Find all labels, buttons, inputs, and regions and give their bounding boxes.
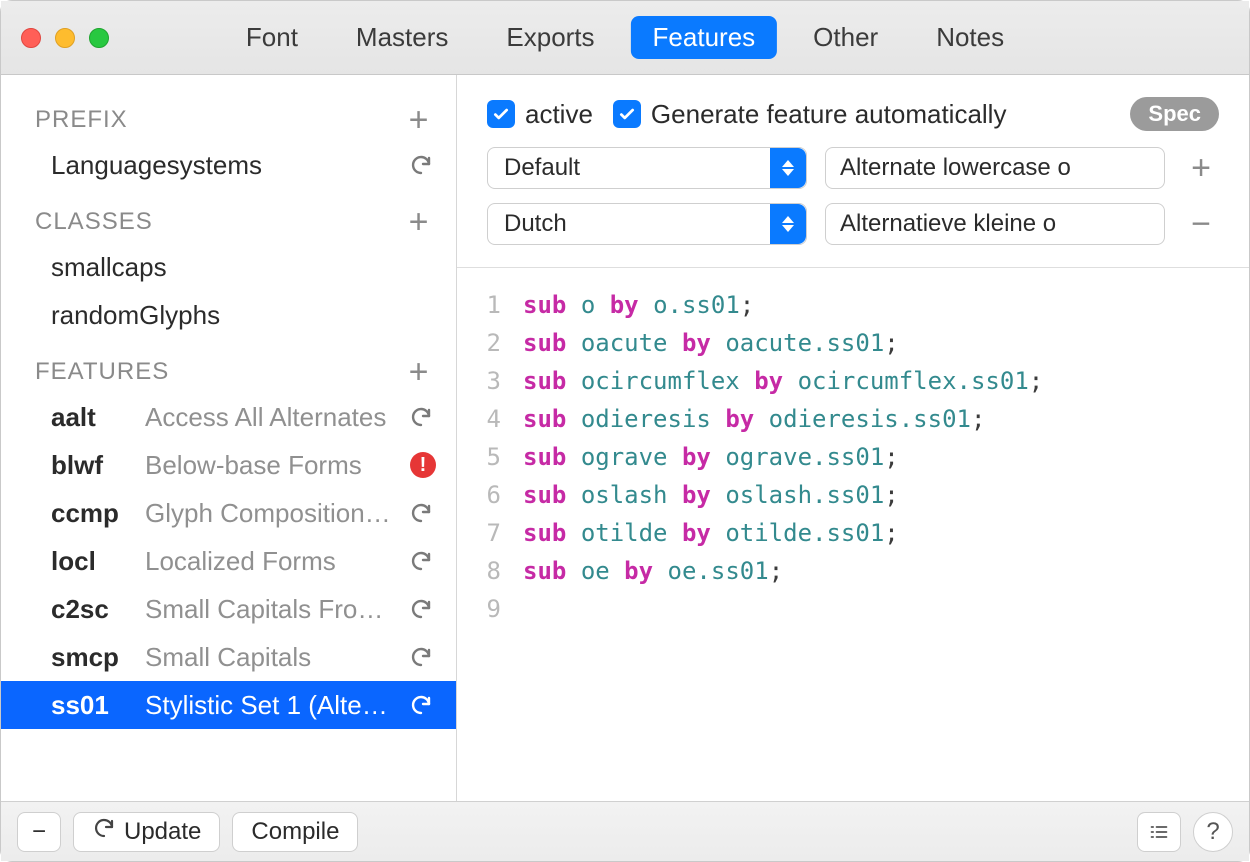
feature-name-value: Alternatieve kleine o	[840, 210, 1056, 238]
lang-row-0: Default Alternate lowercase o +	[487, 147, 1219, 189]
code-editor[interactable]: 123456789 sub o by o.ss01;sub oacute by …	[457, 268, 1249, 801]
titlebar: Font Masters Exports Features Other Notes	[1, 1, 1249, 75]
features-section-label: FEATURES	[35, 358, 169, 386]
line-gutter: 123456789	[457, 286, 515, 801]
top-tabs: Font Masters Exports Features Other Notes	[224, 16, 1026, 59]
main-split: PREFIX + Languagesystems CLASSES + small…	[1, 75, 1249, 801]
feature-item-smcp[interactable]: smcp Small Capitals	[1, 633, 456, 681]
zoom-window-button[interactable]	[89, 28, 109, 48]
refresh-icon[interactable]	[406, 498, 436, 528]
feature-desc: Localized Forms	[145, 546, 394, 577]
minus-icon: −	[32, 818, 46, 846]
spec-button[interactable]: Spec	[1130, 97, 1219, 131]
add-feature-button[interactable]: +	[404, 357, 434, 387]
language-select-value: Dutch	[504, 210, 567, 238]
compile-label: Compile	[251, 818, 339, 846]
feature-tag: aalt	[51, 402, 133, 433]
compile-button[interactable]: Compile	[232, 812, 358, 852]
classes-section-label: CLASSES	[35, 208, 153, 236]
content-pane: active Generate feature automatically Sp…	[457, 75, 1249, 801]
feature-item-ccmp[interactable]: ccmp Glyph Composition /…	[1, 489, 456, 537]
close-window-button[interactable]	[21, 28, 41, 48]
feature-item-ss01[interactable]: ss01 Stylistic Set 1 (Alter…	[1, 681, 456, 729]
remove-lang-row-button[interactable]: −	[1183, 206, 1219, 242]
update-label: Update	[124, 818, 201, 846]
active-label: active	[525, 99, 593, 130]
tab-other[interactable]: Other	[791, 16, 900, 59]
error-icon: !	[410, 452, 436, 478]
feature-tag: blwf	[51, 450, 133, 481]
feature-desc: Access All Alternates	[145, 402, 394, 433]
feature-item-locl[interactable]: locl Localized Forms	[1, 537, 456, 585]
feature-tag: locl	[51, 546, 133, 577]
feature-name-field[interactable]: Alternatieve kleine o	[825, 203, 1165, 245]
code-content[interactable]: sub o by o.ss01;sub oacute by oacute.ss0…	[515, 286, 1043, 801]
minimize-window-button[interactable]	[55, 28, 75, 48]
classes-section-header: CLASSES +	[1, 189, 456, 243]
feature-desc: Below-base Forms	[145, 450, 398, 481]
feature-desc: Glyph Composition /…	[145, 498, 394, 529]
tab-features[interactable]: Features	[631, 16, 778, 59]
lang-row-1: Dutch Alternatieve kleine o −	[487, 203, 1219, 245]
update-button[interactable]: Update	[73, 812, 220, 852]
chevron-updown-icon	[770, 148, 806, 188]
class-item-smallcaps[interactable]: smallcaps	[1, 243, 456, 291]
snippets-button[interactable]	[1137, 812, 1181, 852]
add-lang-row-button[interactable]: +	[1183, 150, 1219, 186]
prefix-item-languagesystems[interactable]: Languagesystems	[1, 141, 456, 189]
remove-button[interactable]: −	[17, 812, 61, 852]
tab-masters[interactable]: Masters	[334, 16, 470, 59]
refresh-icon[interactable]	[406, 402, 436, 432]
window-controls	[21, 28, 109, 48]
prefix-section-header: PREFIX +	[1, 75, 456, 141]
question-icon: ?	[1206, 818, 1219, 846]
feature-desc: Small Capitals From…	[145, 594, 394, 625]
prefix-section-label: PREFIX	[35, 106, 128, 134]
feature-desc: Small Capitals	[145, 642, 394, 673]
refresh-icon[interactable]	[406, 690, 436, 720]
feature-item-blwf[interactable]: blwf Below-base Forms!	[1, 441, 456, 489]
active-checkbox[interactable]: active	[487, 99, 593, 130]
feature-name-value: Alternate lowercase o	[840, 154, 1071, 182]
feature-item-c2sc[interactable]: c2sc Small Capitals From…	[1, 585, 456, 633]
autogen-label: Generate feature automatically	[651, 99, 1007, 130]
feature-tag: c2sc	[51, 594, 133, 625]
refresh-icon[interactable]	[406, 594, 436, 624]
tab-notes[interactable]: Notes	[914, 16, 1026, 59]
feature-name-field[interactable]: Alternate lowercase o	[825, 147, 1165, 189]
add-prefix-button[interactable]: +	[404, 105, 434, 135]
class-item-label: smallcaps	[51, 252, 442, 283]
prefix-item-label: Languagesystems	[51, 150, 394, 181]
class-item-label: randomGlyphs	[51, 300, 442, 331]
feature-desc: Stylistic Set 1 (Alter…	[145, 690, 394, 721]
footer-bar: − Update Compile ?	[1, 801, 1249, 861]
help-button[interactable]: ?	[1193, 812, 1233, 852]
feature-toolbar: active Generate feature automatically Sp…	[457, 75, 1249, 141]
refresh-icon[interactable]	[406, 150, 436, 180]
checkmark-icon	[487, 100, 515, 128]
features-section-header: FEATURES +	[1, 339, 456, 393]
refresh-icon[interactable]	[406, 546, 436, 576]
stylistic-set-names: Default Alternate lowercase o + Dutch Altern…	[457, 141, 1249, 268]
refresh-icon[interactable]	[406, 642, 436, 672]
sidebar: PREFIX + Languagesystems CLASSES + small…	[1, 75, 457, 801]
language-select-value: Default	[504, 154, 580, 182]
tab-exports[interactable]: Exports	[484, 16, 616, 59]
tab-font[interactable]: Font	[224, 16, 320, 59]
feature-tag: ss01	[51, 690, 133, 721]
class-item-randomglyphs[interactable]: randomGlyphs	[1, 291, 456, 339]
feature-tag: ccmp	[51, 498, 133, 529]
feature-tag: smcp	[51, 642, 133, 673]
feature-item-aalt[interactable]: aalt Access All Alternates	[1, 393, 456, 441]
refresh-icon	[92, 816, 116, 847]
add-class-button[interactable]: +	[404, 207, 434, 237]
list-icon	[1147, 822, 1171, 842]
language-select[interactable]: Dutch	[487, 203, 807, 245]
language-select[interactable]: Default	[487, 147, 807, 189]
checkmark-icon	[613, 100, 641, 128]
chevron-updown-icon	[770, 204, 806, 244]
autogen-checkbox[interactable]: Generate feature automatically	[613, 99, 1007, 130]
